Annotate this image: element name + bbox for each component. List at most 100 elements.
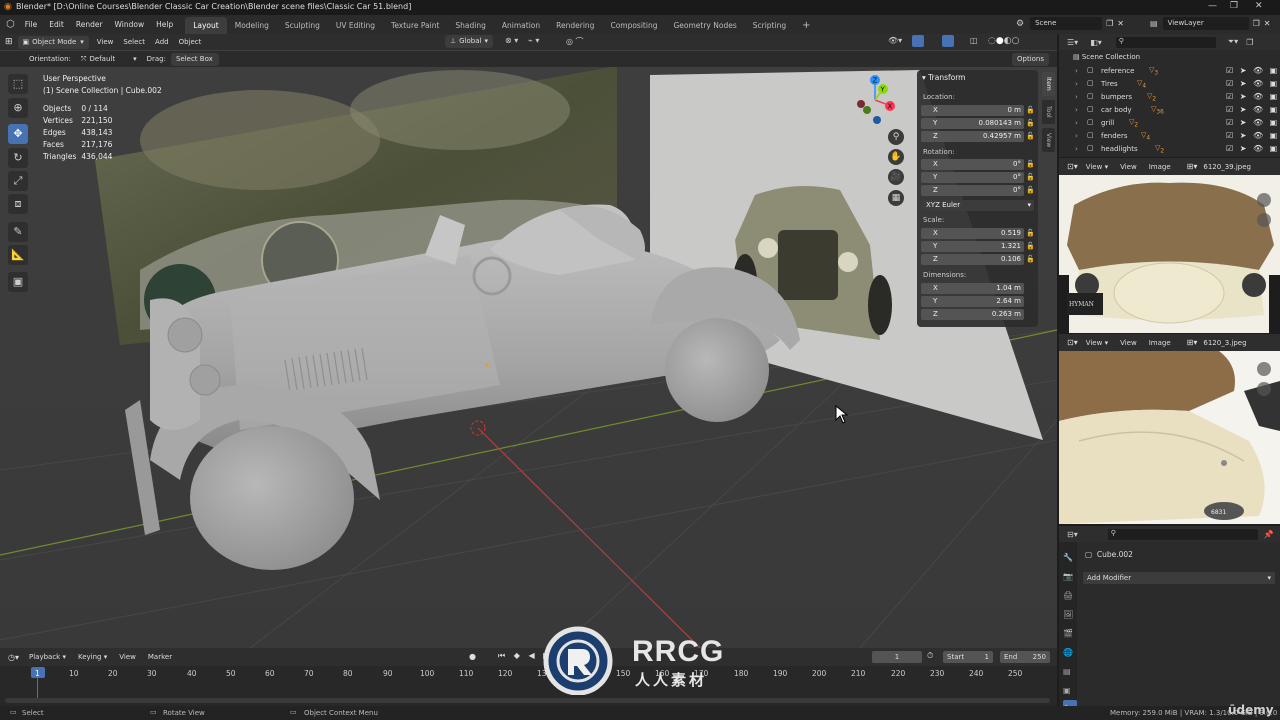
lock-icon[interactable]: 🔓 xyxy=(1026,255,1035,263)
row-visibility-icons[interactable]: ☑ ➤ 👁 ▣ xyxy=(1226,105,1279,114)
visibility-icon[interactable]: 👁▾ xyxy=(888,36,902,45)
menu-view[interactable]: View xyxy=(1120,163,1137,171)
add-modifier-dropdown[interactable]: Add Modifier ▾ xyxy=(1083,572,1275,584)
collection-tab-icon[interactable]: ▤ xyxy=(1063,662,1077,681)
gizmo-toggle-icon[interactable] xyxy=(912,35,924,47)
blender-menu-icon[interactable]: ⬡ xyxy=(6,19,15,30)
image-filename[interactable]: 6120_39.jpeg xyxy=(1203,163,1251,171)
row-visibility-icons[interactable]: ☑ ➤ 👁 ▣ xyxy=(1226,92,1279,101)
location-x-field[interactable]: X 0 m xyxy=(921,105,1024,116)
tab-scripting[interactable]: Scripting xyxy=(745,17,794,34)
proportional-edit-icon[interactable]: ◎ ⌒ xyxy=(566,36,584,47)
annotate-tool-icon[interactable]: ✎ xyxy=(8,222,28,242)
image-filename[interactable]: 6120_3.jpeg xyxy=(1203,339,1246,347)
reference-image-1[interactable]: HYMAN xyxy=(1059,175,1280,333)
options-dropdown[interactable]: Options xyxy=(1012,53,1050,66)
camera-icon[interactable]: 🎥 xyxy=(888,169,904,185)
transform-orientation-dropdown[interactable]: ⊥ Global ▾ xyxy=(445,35,493,48)
zoom-icon[interactable]: ⚲ xyxy=(888,129,904,145)
scene-tab-icon[interactable]: 🎬 xyxy=(1063,624,1077,643)
menu-select[interactable]: Select xyxy=(118,38,150,46)
render-tab-icon[interactable]: 📷 xyxy=(1063,567,1077,586)
maximize-icon[interactable]: ❐ xyxy=(1230,1,1238,11)
dimensions-y-field[interactable]: Y 2.64 m xyxy=(921,296,1024,307)
scene-selector[interactable]: ⚙ Scene ❐ ✕ xyxy=(1016,17,1124,30)
reference-image-2[interactable]: 6831 xyxy=(1059,351,1280,524)
tab-compositing[interactable]: Compositing xyxy=(602,17,665,34)
chevron-right-icon[interactable]: › xyxy=(1075,106,1078,114)
cursor-tool-icon[interactable]: ⊕ xyxy=(8,98,28,118)
timeline-scrollbar[interactable] xyxy=(5,698,1050,703)
perspective-grid-icon[interactable]: ▦ xyxy=(888,190,904,206)
location-y-field[interactable]: Y 0.080143 m xyxy=(921,118,1024,129)
dimensions-x-field[interactable]: X 1.04 m xyxy=(921,283,1024,294)
scale-tool-icon[interactable]: ⤢ xyxy=(8,171,28,191)
sidebar-tab-tool[interactable]: Tool xyxy=(1042,100,1055,124)
menu-view[interactable]: View xyxy=(92,38,119,46)
select-box-tool-icon[interactable]: ⬚ xyxy=(8,74,28,94)
dimensions-z-field[interactable]: Z 0.263 m xyxy=(921,309,1024,320)
scene-name[interactable]: Scene xyxy=(1030,17,1103,30)
image-editor-icon[interactable]: ⊡▾ xyxy=(1067,338,1078,347)
outliner-item[interactable]: › ▢ bumpers ▽2 ☑ ➤ 👁 ▣ xyxy=(1059,91,1280,104)
scale-y-field[interactable]: Y 1.321 xyxy=(921,241,1024,252)
lock-icon[interactable]: 🔓 xyxy=(1026,229,1035,237)
menu-help[interactable]: Help xyxy=(150,15,179,34)
tool-tab-icon[interactable]: 🔧 xyxy=(1063,548,1077,567)
new-scene-icon[interactable]: ❐ xyxy=(1106,19,1113,28)
rotation-z-field[interactable]: Z 0° xyxy=(921,185,1024,196)
wireframe-shading-icon[interactable]: ◌ xyxy=(988,36,996,46)
lock-icon[interactable]: 🔓 xyxy=(1026,160,1035,168)
transform-tool-icon[interactable]: ⧈ xyxy=(8,194,28,214)
tab-texture-paint[interactable]: Texture Paint xyxy=(383,17,447,34)
outliner-item[interactable]: › ▢ Tires ▽4 ☑ ➤ 👁 ▣ xyxy=(1059,78,1280,91)
xray-icon[interactable]: ◫ xyxy=(970,36,978,45)
row-visibility-icons[interactable]: ☑ ➤ 👁 ▣ xyxy=(1226,79,1279,88)
add-cube-tool-icon[interactable]: ▣ xyxy=(8,272,28,292)
lock-icon[interactable]: 🔓 xyxy=(1026,173,1035,181)
view-layer-tab-icon[interactable]: 🖼 xyxy=(1063,605,1077,624)
menu-edit[interactable]: Edit xyxy=(43,15,70,34)
sidebar-tab-item[interactable]: Item xyxy=(1042,72,1055,96)
lock-icon[interactable]: 🔓 xyxy=(1026,132,1035,140)
tab-modeling[interactable]: Modeling xyxy=(227,17,277,34)
tab-sculpting[interactable]: Sculpting xyxy=(277,17,328,34)
lock-icon[interactable]: 🔓 xyxy=(1026,242,1035,250)
menu-playback[interactable]: Playback ▾ xyxy=(29,653,66,661)
view-dropdown[interactable]: View ▾ xyxy=(1086,163,1108,171)
material-shading-icon[interactable]: ◐ xyxy=(1004,36,1012,46)
rotation-y-field[interactable]: Y 0° xyxy=(921,172,1024,183)
filter-icon[interactable]: ⏷▾ xyxy=(1228,37,1238,47)
menu-add[interactable]: Add xyxy=(150,38,174,46)
gizmo-neg-z[interactable] xyxy=(873,116,881,124)
rendered-shading-icon[interactable]: ○ xyxy=(1012,36,1020,46)
current-frame-field[interactable]: 1 xyxy=(872,651,922,663)
menu-image[interactable]: Image xyxy=(1149,339,1171,347)
pivot-point-icon[interactable]: ⊗ ▾ xyxy=(505,36,518,45)
properties-editor-icon[interactable]: ⊟▾ xyxy=(1067,530,1078,539)
shading-modes[interactable]: ◌ ● ◐ ○ xyxy=(988,36,1019,46)
new-collection-icon[interactable]: ❐ xyxy=(1246,38,1253,47)
row-visibility-icons[interactable]: ☑ ➤ 👁 ▣ xyxy=(1226,131,1279,140)
row-visibility-icons[interactable]: ☑ ➤ 👁 ▣ xyxy=(1226,66,1279,75)
orientation-dropdown[interactable]: ⤧ Default ▾ xyxy=(76,55,142,64)
remove-viewlayer-icon[interactable]: ✕ xyxy=(1264,19,1271,28)
world-tab-icon[interactable]: 🌐 xyxy=(1063,643,1077,662)
menu-marker[interactable]: Marker xyxy=(148,653,172,661)
minimize-icon[interactable]: — xyxy=(1208,1,1217,11)
pin-icon[interactable]: 📌 xyxy=(1264,530,1274,539)
chevron-right-icon[interactable]: › xyxy=(1075,80,1078,88)
zoom-icon[interactable] xyxy=(1257,193,1271,207)
rotation-mode-dropdown[interactable]: XYZ Euler ▾ xyxy=(921,200,1034,211)
tab-animation[interactable]: Animation xyxy=(494,17,548,34)
image-browse-icon[interactable]: ⊞▾ xyxy=(1187,338,1198,347)
menu-render[interactable]: Render xyxy=(70,15,109,34)
drag-dropdown[interactable]: Select Box xyxy=(170,52,219,66)
tab-geometry-nodes[interactable]: Geometry Nodes xyxy=(665,17,744,34)
outliner-item[interactable]: › ▢ reference ▽3 ☑ ➤ 👁 ▣ xyxy=(1059,65,1280,78)
transform-section-header[interactable]: ▾ Transform xyxy=(922,73,965,82)
editor-type-icon[interactable]: ⊞ xyxy=(0,37,18,47)
chevron-right-icon[interactable]: › xyxy=(1075,93,1078,101)
rotate-tool-icon[interactable]: ↻ xyxy=(8,148,28,168)
object-tab-icon[interactable]: ▣ xyxy=(1063,681,1077,700)
